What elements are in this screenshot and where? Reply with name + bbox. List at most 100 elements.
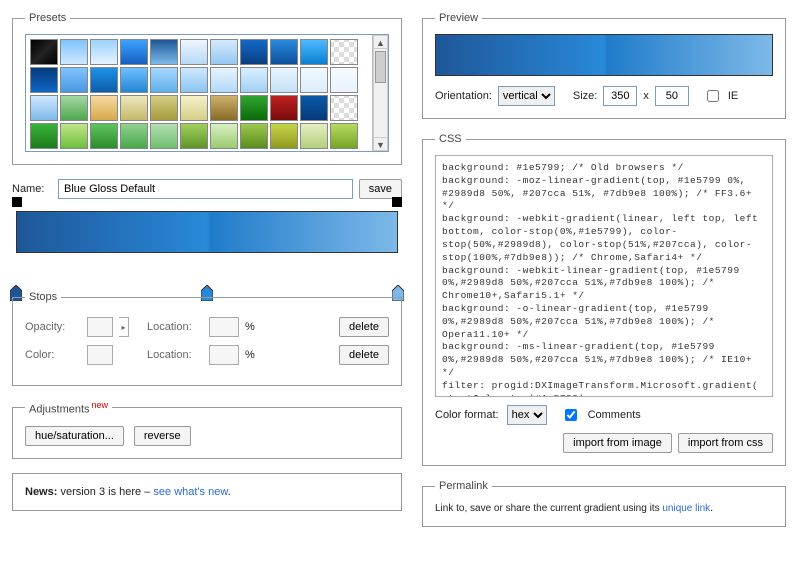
preset-swatch[interactable] [180,95,208,121]
save-button[interactable]: save [359,179,402,199]
orientation-label: Orientation: [435,90,492,102]
opacity-stop-right[interactable] [392,197,402,207]
preset-swatch[interactable] [180,39,208,65]
preset-swatch[interactable] [330,123,358,149]
delete-opacity-stop-button[interactable]: delete [339,317,389,337]
comments-checkbox[interactable] [565,409,577,421]
scroll-track[interactable] [373,49,388,137]
preset-swatch[interactable] [210,39,238,65]
orientation-select[interactable]: vertical [498,86,555,106]
color-format-label: Color format: [435,409,499,421]
permalink-text: Link to, save or share the current gradi… [435,503,662,514]
preset-swatch[interactable] [120,123,148,149]
adjustments-panel: Adjustmentsnew hue/saturation... reverse [12,400,402,459]
css-panel: CSS background: #1e5799; /* Old browsers… [422,133,786,466]
scroll-thumb[interactable] [375,51,386,83]
preset-swatch[interactable] [90,39,118,65]
preset-swatch[interactable] [150,95,178,121]
preset-swatch[interactable] [270,123,298,149]
opacity-input[interactable] [87,317,113,337]
preset-swatch[interactable] [300,123,328,149]
preset-swatch[interactable] [30,95,58,121]
preset-swatch[interactable] [300,95,328,121]
preview-panel: Preview Orientation: vertical Size: x IE [422,12,786,119]
preset-swatch[interactable] [60,95,88,121]
preset-swatch[interactable] [210,67,238,93]
size-label: Size: [573,90,597,102]
preset-swatch[interactable] [90,67,118,93]
preset-swatch[interactable] [60,39,88,65]
scroll-down-arrow-icon[interactable]: ▼ [373,137,388,151]
preview-gradient [435,34,773,76]
name-row: Name: save [12,179,402,199]
preset-swatch[interactable] [300,67,328,93]
color-swatch-input[interactable] [87,345,113,365]
preset-swatch[interactable] [120,95,148,121]
presets-scrollbar[interactable]: ▲ ▼ [372,35,388,151]
import-from-css-button[interactable]: import from css [678,433,773,453]
preset-swatch[interactable] [120,67,148,93]
news-text: version 3 is here – [57,486,153,498]
gradient-bar[interactable] [16,211,398,253]
preset-swatch[interactable] [150,67,178,93]
opacity-label: Opacity: [25,321,81,333]
preset-swatch[interactable] [330,39,358,65]
preset-swatch[interactable] [180,123,208,149]
opacity-spinner-icon[interactable]: ▸ [119,317,129,337]
preset-swatch[interactable] [60,123,88,149]
new-badge: new [92,400,109,410]
presets-legend: Presets [25,12,70,24]
preset-swatch[interactable] [180,67,208,93]
preset-swatch[interactable] [90,123,118,149]
preset-swatch[interactable] [30,39,58,65]
css-legend: CSS [435,133,466,145]
preset-swatch[interactable] [90,95,118,121]
stops-panel: Stops Opacity: ▸ Location: % delete Colo… [12,291,402,386]
preset-swatch[interactable] [210,95,238,121]
import-from-image-button[interactable]: import from image [563,433,672,453]
preset-swatch-grid [26,35,372,151]
preset-swatch[interactable] [270,39,298,65]
preset-swatch[interactable] [150,123,178,149]
name-input[interactable] [58,179,353,199]
preset-swatch[interactable] [120,39,148,65]
preset-swatch[interactable] [150,39,178,65]
preset-swatch[interactable] [270,95,298,121]
location-label-2: Location: [147,349,203,361]
preview-legend: Preview [435,12,482,24]
preset-swatch[interactable] [330,67,358,93]
hue-saturation-button[interactable]: hue/saturation... [25,426,124,446]
stops-legend: Stops [25,291,61,303]
preset-swatch[interactable] [270,67,298,93]
preset-swatch[interactable] [60,67,88,93]
reverse-button[interactable]: reverse [134,426,191,446]
size-width-input[interactable] [603,86,637,106]
pct-1: % [245,321,255,333]
preset-swatch[interactable] [300,39,328,65]
preset-swatch[interactable] [240,123,268,149]
opacity-location-input[interactable] [209,317,239,337]
preset-swatch[interactable] [240,95,268,121]
preset-swatch[interactable] [240,39,268,65]
location-label-1: Location: [147,321,203,333]
news-label: News: [25,486,57,498]
ie-checkbox[interactable] [707,90,719,102]
news-link[interactable]: see what's new [153,486,227,498]
size-height-input[interactable] [655,86,689,106]
preset-swatch[interactable] [30,123,58,149]
scroll-up-arrow-icon[interactable]: ▲ [373,35,388,49]
delete-color-stop-button[interactable]: delete [339,345,389,365]
permalink-link[interactable]: unique link [662,503,710,514]
color-format-select[interactable]: hex [507,405,547,425]
preset-swatch[interactable] [210,123,238,149]
permalink-legend: Permalink [435,480,492,492]
preset-swatch[interactable] [30,67,58,93]
color-location-input[interactable] [209,345,239,365]
comments-label: Comments [588,409,641,421]
css-output[interactable]: background: #1e5799; /* Old browsers */ … [435,155,773,397]
gradient-editor[interactable] [12,205,402,279]
preset-swatch[interactable] [240,67,268,93]
preset-swatch[interactable] [330,95,358,121]
presets-scrollpane: ▲ ▼ [25,34,389,152]
opacity-stop-left[interactable] [12,197,22,207]
